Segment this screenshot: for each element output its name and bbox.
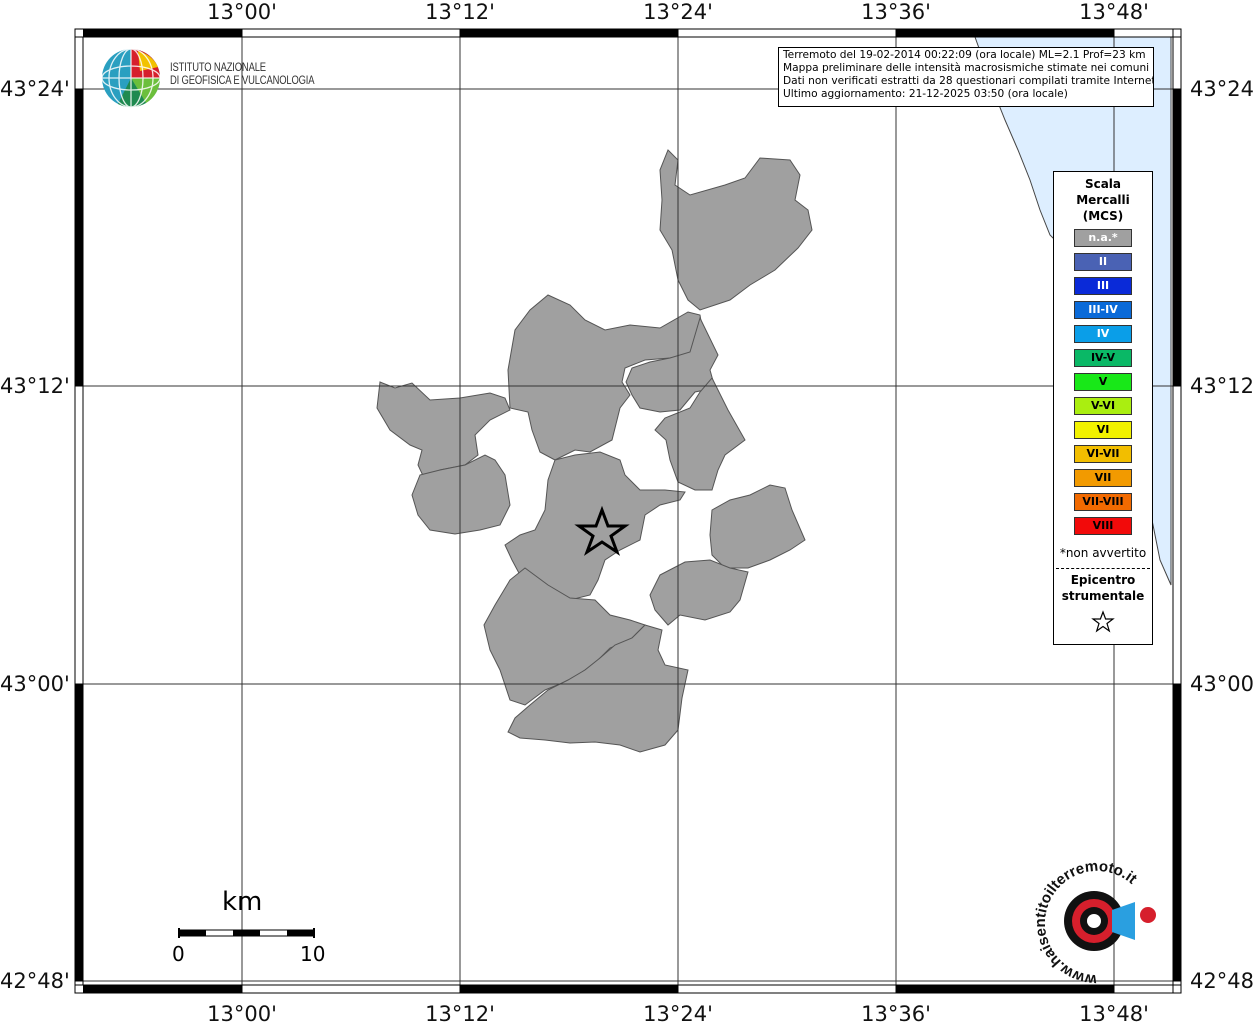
scale-end-label: 10: [300, 942, 326, 966]
mcs-legend: Scala Mercalli (MCS) n.a.* II III III-IV IV I…: [1053, 171, 1153, 645]
legend-item: IV-V: [1074, 349, 1132, 367]
lat-tick-label: 43°12': [1190, 374, 1255, 398]
legend-item: IV: [1074, 325, 1132, 343]
legend-item: V: [1074, 373, 1132, 391]
legend-title-line: Mercalli: [1076, 193, 1130, 207]
legend-item: V-VI: [1074, 397, 1132, 415]
legend-item: VI: [1074, 421, 1132, 439]
legend-item: VII-VIII: [1074, 493, 1132, 511]
legend-epicenter-line: Epicentro: [1070, 573, 1136, 587]
legend-divider: [1056, 568, 1150, 569]
legend-title-line: Scala: [1084, 177, 1122, 191]
lat-tick-label: 43°00': [0, 672, 70, 696]
logo-line-1: ISTITUTO NAZIONALE: [170, 62, 266, 74]
lon-tick-label: 13°24': [643, 1002, 713, 1026]
lon-tick-label: 13°00': [207, 0, 277, 24]
legend-title-line: (MCS): [1082, 209, 1124, 223]
scale-start-label: 0: [172, 942, 185, 966]
legend-item: VI-VII: [1074, 445, 1132, 463]
logo-line-2: DI GEOFISICA E VULCANOLOGIA: [170, 75, 315, 87]
lon-tick-label: 13°48': [1079, 1002, 1149, 1026]
lat-tick-label: 42°48': [1190, 969, 1255, 993]
lon-tick-label: 13°12': [425, 0, 495, 24]
lon-tick-label: 13°00': [207, 1002, 277, 1026]
lon-tick-label: 13°36': [861, 0, 931, 24]
legend-item: VIII: [1074, 517, 1132, 535]
lon-tick-label: 13°24': [643, 0, 713, 24]
lat-tick-label: 43°24': [0, 77, 70, 101]
event-info-line: Terremoto del 19-02-2014 00:22:09 (ora l…: [783, 49, 1146, 61]
lat-tick-label: 43°24': [1190, 77, 1255, 101]
lat-tick-label: 43°12': [0, 374, 70, 398]
event-info-line: Dati non verificati estratti da 28 quest…: [783, 75, 1154, 87]
scale-bar: km 0 10: [160, 885, 340, 975]
legend-item: n.a.*: [1074, 229, 1132, 247]
legend-item: III-IV: [1074, 301, 1132, 319]
lon-tick-label: 13°12': [425, 1002, 495, 1026]
legend-epicenter-line: strumentale: [1061, 589, 1145, 603]
haisentito-logo: www.haisentitoilterremoto.it: [1032, 858, 1156, 988]
legend-epicenter-label: Epicentro strumentale: [1054, 572, 1152, 604]
event-info-box: Terremoto del 19-02-2014 00:22:09 (ora l…: [778, 47, 1154, 107]
globe-icon: [101, 48, 161, 108]
lat-tick-label: 43°00': [1190, 672, 1255, 696]
legend-item: II: [1074, 253, 1132, 271]
logo-text: ISTITUTO NAZIONALE DI GEOFISICA E VULCAN…: [170, 62, 315, 88]
event-info-line: Mappa preliminare delle intensità macros…: [783, 62, 1150, 74]
legend-note: *non avvertito: [1059, 546, 1147, 560]
ingv-logo: ISTITUTO NAZIONALE DI GEOFISICA E VULCAN…: [100, 47, 320, 111]
lon-tick-label: 13°36': [861, 1002, 931, 1026]
star-icon: [1091, 610, 1115, 633]
lon-tick-label: 13°48': [1079, 0, 1149, 24]
legend-title: Scala Mercalli (MCS): [1054, 176, 1152, 224]
scale-unit: km: [222, 887, 263, 917]
legend-item: III: [1074, 277, 1132, 295]
lat-tick-label: 42°48': [0, 969, 70, 993]
event-info-line: Ultimo aggiornamento: 21-12-2025 03:50 (…: [783, 88, 1068, 100]
legend-item: VII: [1074, 469, 1132, 487]
